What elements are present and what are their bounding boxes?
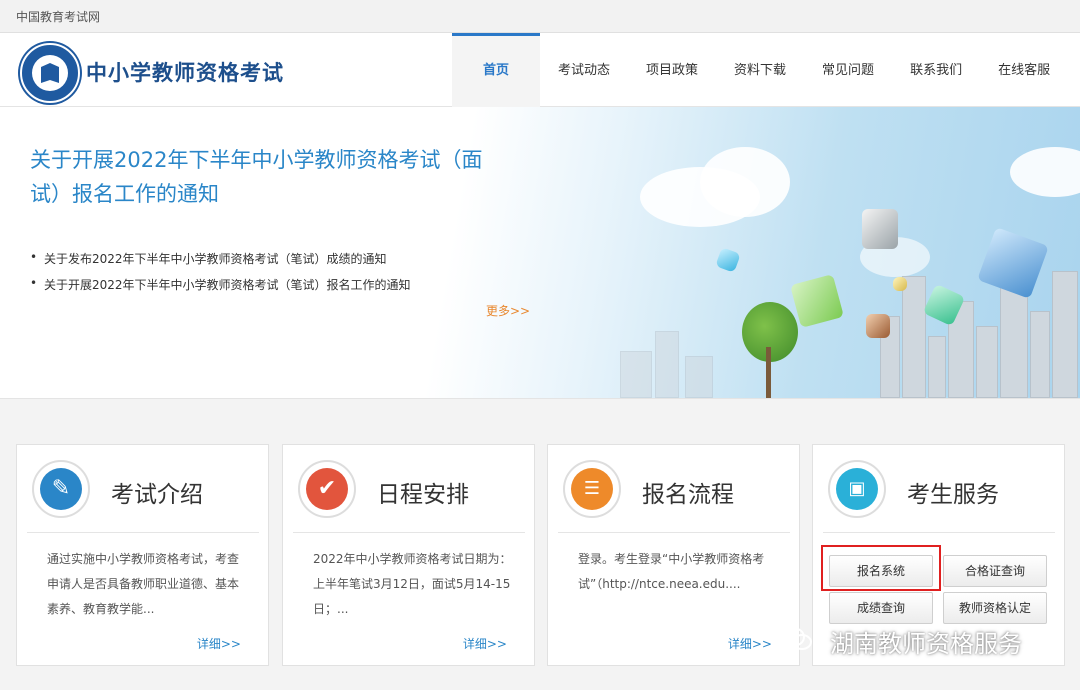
building-decoration [976, 326, 998, 398]
highlight-box [821, 545, 941, 591]
nav-home[interactable]: 首页 [452, 33, 540, 109]
building-decoration [685, 356, 713, 398]
registration-form-icon: ☰ [571, 468, 613, 510]
card-registration-process: ☰ 报名流程 登录。考生登录“中小学教师资格考试”（http://ntce.ne… [547, 444, 800, 666]
detail-link[interactable]: 详细>> [463, 635, 507, 652]
building-decoration [1000, 286, 1028, 398]
building-decoration [1052, 271, 1078, 398]
floating-cube-decoration [893, 277, 907, 291]
banner: 关于开展2022年下半年中小学教师资格考试（面试）报名工作的通知 关于发布202… [0, 107, 1080, 399]
nav-exam-news[interactable]: 考试动态 [540, 33, 628, 106]
building-decoration [928, 336, 946, 398]
card-icon-ring: ☰ [563, 460, 621, 518]
top-bar: 中国教育考试网 [0, 0, 1080, 33]
divider [27, 532, 259, 533]
floating-cube-decoration [790, 274, 844, 328]
watermark-text: 湖南教师资格服务 [830, 630, 1022, 658]
site-name-link[interactable]: 中国教育考试网 [16, 8, 100, 25]
floating-cube-decoration [715, 247, 741, 273]
divider [558, 532, 790, 533]
checkmark-icon: ✔ [306, 468, 348, 510]
book-icon [41, 63, 59, 83]
certificate-query-button[interactable]: 合格证查询 [943, 555, 1047, 587]
nav-online-service[interactable]: 在线客服 [980, 33, 1068, 106]
card-title: 日程安排 [377, 482, 469, 508]
nav-faq[interactable]: 常见问题 [804, 33, 892, 106]
news-item[interactable]: 关于开展2022年下半年中小学教师资格考试（笔试）报名工作的通知 [30, 276, 411, 293]
wechat-icon [781, 627, 812, 650]
tree-trunk-decoration [766, 347, 771, 398]
card-title: 考生服务 [907, 482, 999, 508]
floating-cube-decoration [862, 209, 898, 249]
card-title: 报名流程 [642, 482, 734, 508]
card-icon-ring: ✎ [32, 460, 90, 518]
card-exam-intro: ✎ 考试介绍 通过实施中小学教师资格考试，考查申请人是否具备教师职业道德、基本素… [16, 444, 269, 666]
nav-policy[interactable]: 项目政策 [628, 33, 716, 106]
divider [293, 532, 525, 533]
building-decoration [620, 351, 652, 398]
card-description: 2022年中小学教师资格考试日期为：上半年笔试3月12日，面试5月14-15日；… [313, 552, 512, 616]
site-title: 中小学教师资格考试 [86, 61, 284, 85]
contact-book-icon: ▣ [836, 468, 878, 510]
document-edit-icon: ✎ [40, 468, 82, 510]
nav-contact[interactable]: 联系我们 [892, 33, 980, 106]
card-title: 考试介绍 [111, 482, 203, 508]
main-nav: 首页 考试动态 项目政策 资料下载 常见问题 联系我们 在线客服 [452, 33, 1068, 109]
card-icon-ring: ▣ [828, 460, 886, 518]
cloud-decoration [700, 147, 790, 217]
logo[interactable] [20, 43, 80, 103]
floating-cube-decoration [977, 227, 1049, 299]
detail-link[interactable]: 详细>> [197, 635, 241, 652]
building-decoration [655, 331, 679, 398]
teacher-qualification-button[interactable]: 教师资格认定 [943, 592, 1047, 624]
detail-link[interactable]: 详细>> [728, 635, 772, 652]
building-decoration [1030, 311, 1050, 398]
more-link[interactable]: 更多>> [486, 302, 530, 319]
nav-downloads[interactable]: 资料下载 [716, 33, 804, 106]
divider [823, 532, 1055, 533]
floating-cube-decoration [866, 314, 890, 338]
card-description: 通过实施中小学教师资格考试，考查申请人是否具备教师职业道德、基本素养、教育教学能… [47, 552, 240, 616]
header: 中小学教师资格考试 首页 考试动态 项目政策 资料下载 常见问题 联系我们 在线… [0, 33, 1080, 109]
card-icon-ring: ✔ [298, 460, 356, 518]
cloud-decoration [1010, 147, 1080, 197]
building-decoration [902, 276, 926, 398]
card-description: 登录。考生登录“中小学教师资格考试”（http://ntce.neea.edu.… [578, 552, 765, 591]
score-query-button[interactable]: 成绩查询 [829, 592, 933, 624]
news-item[interactable]: 关于发布2022年下半年中小学教师资格考试（笔试）成绩的通知 [30, 250, 387, 267]
card-schedule: ✔ 日程安排 2022年中小学教师资格考试日期为：上半年笔试3月12日，面试5月… [282, 444, 535, 666]
banner-headline[interactable]: 关于开展2022年下半年中小学教师资格考试（面试）报名工作的通知 [30, 143, 510, 211]
